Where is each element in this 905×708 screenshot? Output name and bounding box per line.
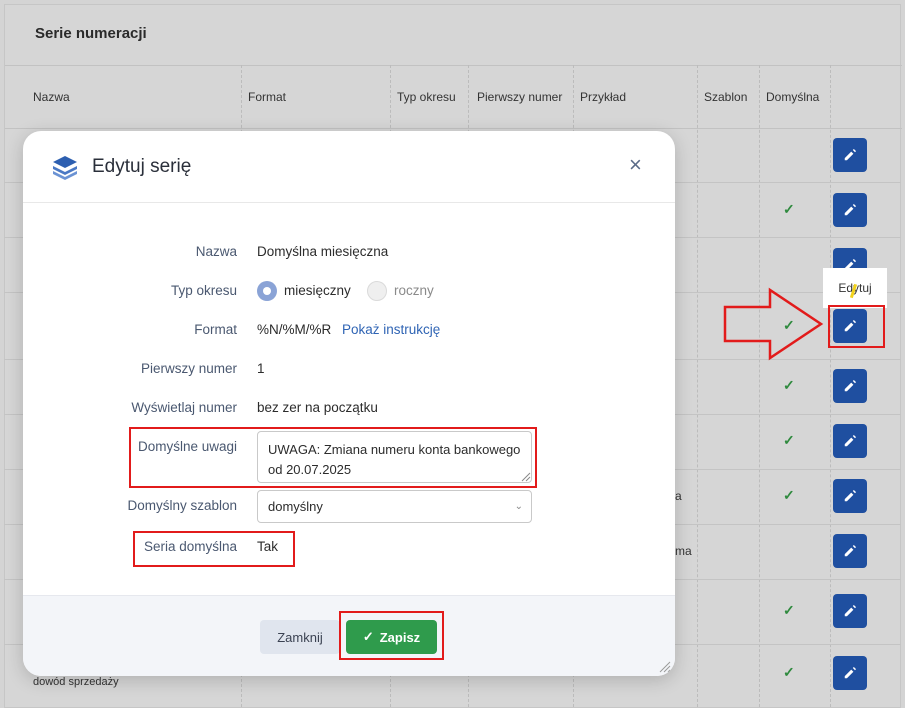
column-divider <box>697 65 698 707</box>
first-number-label: Pierwszy numer <box>140 361 237 376</box>
check-icon: ✓ <box>783 487 795 503</box>
display-number-label: Wyświetlaj numer <box>131 400 237 415</box>
close-button[interactable]: Zamknij <box>260 620 340 654</box>
close-icon[interactable]: × <box>629 154 642 176</box>
display-number-value: bez zer na początku <box>257 400 378 415</box>
edit-button[interactable] <box>833 656 867 690</box>
check-icon: ✓ <box>783 432 795 448</box>
edit-icon <box>844 666 857 679</box>
column-divider <box>830 65 831 707</box>
edit-button[interactable] <box>833 369 867 403</box>
name-value: Domyślna miesięczna <box>257 244 389 259</box>
default-template-select[interactable]: domyślny ⌄ <box>257 490 532 523</box>
edit-icon <box>844 604 857 617</box>
check-icon: ✓ <box>783 602 795 618</box>
default-template-value: domyślny <box>268 499 323 514</box>
arrow-right-icon <box>723 287 824 361</box>
name-label: Nazwa <box>195 244 237 259</box>
highlight-box <box>133 531 295 567</box>
column-header-first-number[interactable]: Pierwszy numer <box>471 66 571 128</box>
format-value: %N/%M/%R <box>257 322 332 337</box>
edit-icon <box>844 544 857 557</box>
edit-button[interactable] <box>833 138 867 172</box>
page-title: Serie numeracji <box>35 25 147 42</box>
edit-button[interactable] <box>833 534 867 568</box>
default-template-label: Domyślny szablon <box>127 498 237 513</box>
highlight-box <box>828 305 885 348</box>
chevron-down-icon: ⌄ <box>514 501 523 512</box>
period-label: Typ okresu <box>170 283 237 298</box>
first-number-value: 1 <box>257 361 265 376</box>
radio-yearly-label[interactable]: roczny <box>394 283 434 298</box>
edit-button[interactable] <box>833 594 867 628</box>
table-header: Nazwa Format Typ okresu Pierwszy numer P… <box>5 65 902 129</box>
modal-title: Edytuj serię <box>92 156 192 177</box>
layers-icon <box>53 156 77 180</box>
column-divider <box>759 65 760 707</box>
check-icon: ✓ <box>783 664 795 680</box>
highlight-box <box>129 427 537 488</box>
edit-series-modal: Edytuj serię × Nazwa Domyślna miesięczna… <box>23 131 675 676</box>
column-header-example[interactable]: Przykład <box>574 66 694 128</box>
example-cell: ma <box>675 544 692 558</box>
edit-icon <box>844 379 857 392</box>
edit-button[interactable] <box>833 193 867 227</box>
format-label: Format <box>194 322 237 337</box>
highlight-box <box>339 611 444 660</box>
radio-yearly[interactable] <box>367 281 387 301</box>
edit-button[interactable] <box>833 424 867 458</box>
show-instructions-link[interactable]: Pokaż instrukcję <box>342 322 440 337</box>
column-header-template[interactable]: Szablon <box>698 66 758 128</box>
edit-icon <box>844 489 857 502</box>
column-header-format[interactable]: Format <box>242 66 387 128</box>
edit-icon <box>844 148 857 161</box>
edit-icon <box>844 434 857 447</box>
example-cell: a <box>675 489 682 503</box>
radio-monthly-label[interactable]: miesięczny <box>284 283 351 298</box>
series-name-cell: dowód sprzedaży <box>33 676 119 688</box>
column-header-default[interactable]: Domyślna <box>760 66 830 128</box>
modal-header: Edytuj serię × <box>23 131 675 203</box>
check-icon: ✓ <box>783 201 795 217</box>
resize-handle-icon[interactable] <box>659 661 671 673</box>
column-header-period[interactable]: Typ okresu <box>391 66 467 128</box>
radio-monthly[interactable] <box>257 281 277 301</box>
column-header-name[interactable]: Nazwa <box>27 66 237 128</box>
edit-button[interactable] <box>833 479 867 513</box>
check-icon: ✓ <box>783 377 795 393</box>
edit-icon <box>844 203 857 216</box>
